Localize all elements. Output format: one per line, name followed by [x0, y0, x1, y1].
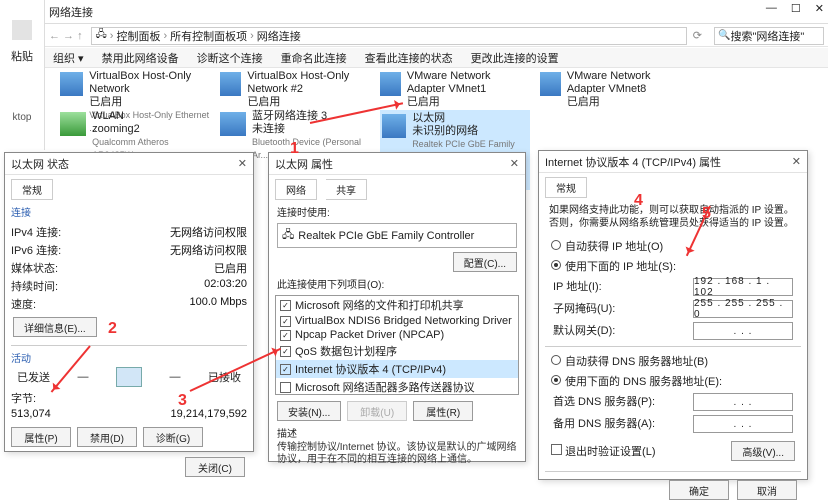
step-1: 1 [290, 140, 299, 158]
close-icon[interactable]: ✕ [238, 157, 247, 170]
window-title: 网络连接 [49, 4, 93, 20]
bytes-sent: 513,074 [11, 408, 51, 420]
cancel-button[interactable]: 取消 [737, 480, 797, 500]
step-5: 5 [702, 205, 711, 223]
disable-button[interactable]: 禁用(D) [77, 427, 137, 447]
step-4: 4 [634, 192, 643, 210]
ktop-label: ktop [13, 112, 32, 123]
ok-button[interactable]: 确定 [669, 480, 729, 500]
network-icon [220, 72, 241, 96]
close-icon[interactable]: ✕ [510, 157, 519, 170]
desc-text: 传输控制协议/Internet 协议。该协议是默认的广域网络协议，用于在不同的相… [269, 442, 525, 466]
wlan-icon [60, 112, 86, 136]
validate-checkbox[interactable] [551, 444, 562, 455]
monitor-icon [116, 367, 142, 387]
advanced-button[interactable]: 高级(V)... [731, 441, 795, 461]
uninstall-button: 卸载(U) [347, 401, 407, 421]
close-icon[interactable]: ✕ [792, 155, 801, 168]
dns2-input[interactable]: . . . [693, 415, 793, 433]
bluetooth-icon [220, 112, 246, 136]
tab-sharing[interactable]: 共享 [326, 179, 367, 200]
search-input[interactable]: 🔍 搜索"网络连接" [714, 27, 824, 45]
bc-1[interactable]: 所有控制面板项 [170, 28, 247, 44]
mask-input[interactable]: 255 . 255 . 255 . 0 [693, 300, 793, 318]
tab-network[interactable]: 网络 [275, 179, 317, 200]
properties-dialog: 以太网 属性✕ 网络 共享 连接时使用: 🖧 Realtek PCIe GbE … [268, 152, 526, 462]
status-title: 以太网 状态 [11, 156, 69, 172]
refresh-icon[interactable]: ⟳ [693, 29, 702, 42]
item-tcpip4: Internet 协议版本 4 (TCP/IPv4) [295, 361, 446, 377]
paste-label: 粘贴 [11, 48, 33, 64]
maximize-icon[interactable]: ☐ [791, 2, 801, 15]
desc-label: 描述 [269, 423, 525, 442]
install-button[interactable]: 安装(N)... [277, 401, 341, 421]
network-icon [60, 72, 83, 96]
configure-button[interactable]: 配置(C)... [453, 252, 517, 272]
radio-auto-dns [551, 355, 561, 365]
breadcrumb-bar: ← → ↑ 🖧 › 控制面板› 所有控制面板项› 网络连接 ⟳ 🔍 搜索"网络连… [45, 25, 828, 47]
minimize-icon[interactable]: — [766, 2, 777, 15]
left-app-strip: 粘贴 ktop [0, 0, 45, 150]
bc-2[interactable]: 网络连接 [257, 28, 301, 44]
radio-manual-ip[interactable] [551, 260, 561, 270]
step-3: 3 [178, 392, 187, 410]
properties-button[interactable]: 属性(P) [11, 427, 71, 447]
radio-auto-ip[interactable] [551, 240, 561, 250]
explorer-toolbar: 组织 ▾ 禁用此网络设备 诊断这个连接 重命名此连接 查看此连接的状态 更改此连… [45, 48, 828, 68]
step-2: 2 [108, 320, 117, 338]
connection-section: 连接 [11, 208, 31, 219]
network-icon [540, 72, 561, 96]
ip-input[interactable]: 192 . 168 . 1 . 102 [693, 278, 793, 296]
tab-general[interactable]: 常规 [11, 179, 53, 200]
nav-arrows[interactable]: ← → ↑ [49, 30, 83, 42]
item-properties-button[interactable]: 属性(R) [413, 401, 473, 421]
explorer-titlebar: 网络连接 — ☐ ✕ [45, 0, 828, 24]
adapter-icon: 🖧 [282, 226, 294, 245]
activity-section: 活动 [11, 354, 31, 365]
paste-icon [12, 20, 32, 40]
ipv4-dialog: Internet 协议版本 4 (TCP/IPv4) 属性 ✕ 常规 如果网络支持… [538, 150, 808, 480]
diagnose[interactable]: 诊断这个连接 [197, 50, 263, 66]
adapter-name: Realtek PCIe GbE Family Controller [298, 230, 474, 242]
address-bar[interactable]: 🖧 › 控制面板› 所有控制面板项› 网络连接 [91, 27, 687, 45]
ipv4-title: Internet 协议版本 4 (TCP/IPv4) 属性 [545, 154, 721, 170]
rename[interactable]: 重命名此连接 [281, 50, 347, 66]
details-button[interactable]: 详细信息(E)... [13, 317, 97, 337]
organize-menu[interactable]: 组织 ▾ [53, 50, 84, 66]
status-dialog: 以太网 状态✕ 常规 连接 IPv4 连接:无网络访问权限 IPv6 连接:无网… [4, 152, 254, 452]
protocol-list[interactable]: ✓Microsoft 网络的文件和打印机共享 ✓VirtualBox NDIS6… [275, 295, 519, 395]
gateway-input[interactable]: . . . [693, 322, 793, 340]
diagnose-button[interactable]: 诊断(G) [143, 427, 203, 447]
tab-general[interactable]: 常规 [545, 177, 587, 198]
change-settings[interactable]: 更改此连接的设置 [471, 50, 559, 66]
close-button[interactable]: 关闭(C) [185, 457, 245, 477]
view-status[interactable]: 查看此连接的状态 [365, 50, 453, 66]
dns1-input[interactable]: . . . [693, 393, 793, 411]
ethernet-icon [382, 114, 406, 138]
network-icon [380, 72, 401, 96]
intro-text: 如果网络支持此功能，则可以获取自动指派的 IP 设置。否则，你需要从网络系统管理… [539, 198, 807, 236]
disable-device[interactable]: 禁用此网络设备 [102, 50, 179, 66]
close-icon[interactable]: ✕ [815, 2, 824, 15]
bc-0[interactable]: 控制面板 [116, 28, 160, 44]
prop-title: 以太网 属性 [275, 156, 333, 172]
radio-manual-dns[interactable] [551, 375, 561, 385]
